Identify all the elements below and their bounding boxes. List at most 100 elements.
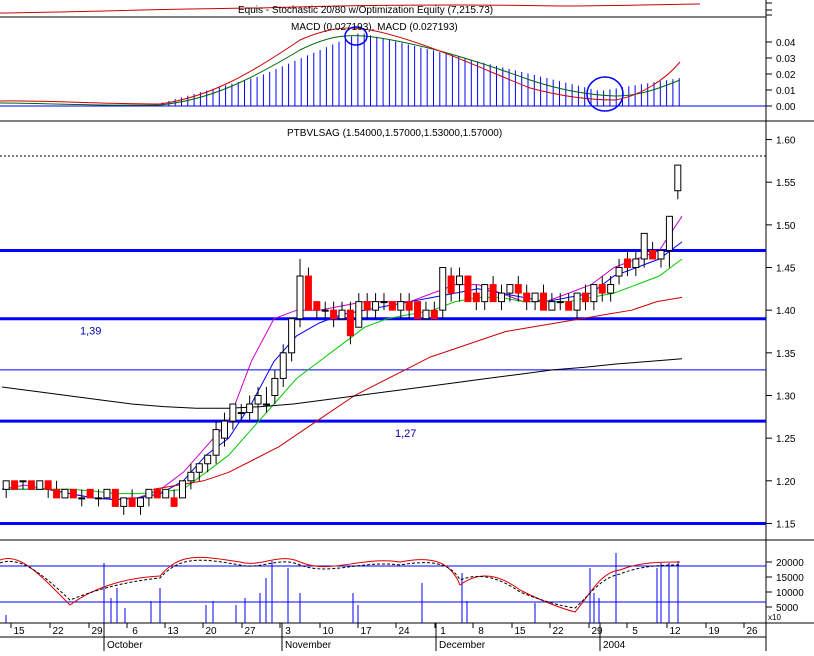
equity-panel-title: Equis - Stochastic 20/80 w/Optimization … (238, 5, 493, 16)
chart-window: Equis - Stochastic 20/80 w/Optimization … (0, 0, 814, 651)
candle-up (195, 463, 203, 473)
candle-up (220, 420, 228, 439)
level-label: 1,39 (80, 326, 101, 338)
candle-up (506, 284, 514, 294)
candle-up (355, 301, 363, 328)
candle-up (246, 403, 254, 414)
price-tick-label: 1.15 (776, 519, 796, 530)
candle-down (86, 488, 94, 499)
candle-down (128, 497, 136, 507)
price-tick-label: 1.40 (776, 306, 796, 317)
candle-down (623, 258, 631, 269)
candle-down (44, 480, 52, 490)
candle-up (397, 301, 405, 311)
x-tick-label: 19 (708, 626, 720, 637)
candle-up (78, 497, 86, 500)
x-tick-label: 20 (205, 626, 217, 637)
x-tick-label: 29 (591, 626, 603, 637)
macd-tick-label: 0.00 (776, 102, 796, 113)
x-tick-label: 8 (478, 626, 484, 637)
candle-up (657, 249, 665, 260)
x-tick-label: 24 (398, 626, 410, 637)
x-tick-label: 15 (514, 626, 526, 637)
x-tick-label: 13 (167, 626, 179, 637)
candle-down (170, 497, 178, 507)
price-tick-label: 1.25 (776, 434, 796, 445)
price-tick-label: 1.35 (776, 349, 796, 360)
x-tick-label: 3 (285, 626, 291, 637)
candle-down (447, 275, 455, 294)
candle-up (36, 480, 44, 490)
macd-tick-label: 0.03 (776, 54, 796, 65)
month-label: December (439, 640, 486, 651)
candle-down (153, 488, 161, 499)
candle-up (338, 309, 346, 320)
candle-up (481, 284, 489, 303)
candle-up (237, 412, 245, 415)
candle-down (388, 301, 396, 311)
lower-scale-label: x10 (768, 613, 781, 622)
month-label: 2004 (603, 640, 626, 651)
candle-down (304, 275, 312, 311)
candle-down (514, 284, 522, 294)
candle-up (372, 301, 380, 311)
candle-down (565, 301, 573, 311)
candle-up (640, 232, 648, 260)
candle-down (649, 249, 657, 260)
price-tick-label: 1.45 (776, 264, 796, 275)
candle-up (103, 488, 111, 499)
candle-up (279, 352, 287, 379)
candle-down (489, 284, 497, 303)
candle-up (288, 318, 296, 354)
stock-chart: Equis - Stochastic 20/80 w/Optimization … (0, 0, 814, 651)
candle-down (363, 301, 371, 311)
candle-up (162, 488, 170, 499)
candle-down (405, 301, 413, 311)
candle-up (212, 429, 220, 456)
candle-up (204, 454, 212, 465)
candle-up (321, 309, 329, 312)
candle-down (27, 480, 35, 490)
candle-down (414, 301, 422, 320)
candle-down (69, 488, 77, 499)
lower-tick-label: 10000 (776, 588, 804, 599)
x-tick-label: 22 (52, 626, 64, 637)
month-label: October (107, 640, 143, 651)
x-tick-label: 15 (13, 626, 25, 637)
x-tick-label: 17 (360, 626, 372, 637)
candle-up (665, 215, 673, 251)
candle-down (53, 488, 61, 499)
price-tick-label: 1.55 (776, 178, 796, 189)
candle-up (95, 497, 103, 500)
candle-up (422, 309, 430, 320)
candle-up (61, 488, 69, 499)
candle-up (548, 301, 556, 311)
x-tick-label: 27 (244, 626, 256, 637)
candle-up (573, 292, 581, 311)
macd-panel-title: MACD (0.027193), MACD (0.027193) (291, 22, 458, 33)
x-tick-label: 12 (669, 626, 681, 637)
price-tick-label: 1.50 (776, 221, 796, 232)
macd-tick-label: 0.04 (776, 38, 796, 49)
candle-up (439, 267, 447, 311)
candle-down (598, 284, 606, 294)
month-label: November (285, 640, 332, 651)
candle-up (254, 394, 262, 405)
candle-up (296, 275, 304, 320)
candle-down (539, 292, 547, 311)
x-tick-label: 26 (746, 626, 758, 637)
candle-down (581, 292, 589, 303)
candle-down (11, 480, 19, 490)
candle-up (531, 292, 539, 303)
candle-up (456, 275, 464, 286)
lower-tick-label: 20000 (776, 558, 804, 569)
candle-up (120, 497, 128, 507)
candle-down (472, 292, 480, 303)
x-tick-label: 29 (91, 626, 103, 637)
macd-tick-label: 0.02 (776, 70, 796, 81)
candle-up (262, 403, 270, 406)
candle-up (380, 301, 388, 304)
candle-down (313, 301, 321, 311)
price-tick-label: 1.30 (776, 391, 796, 402)
candle-down (111, 488, 119, 507)
